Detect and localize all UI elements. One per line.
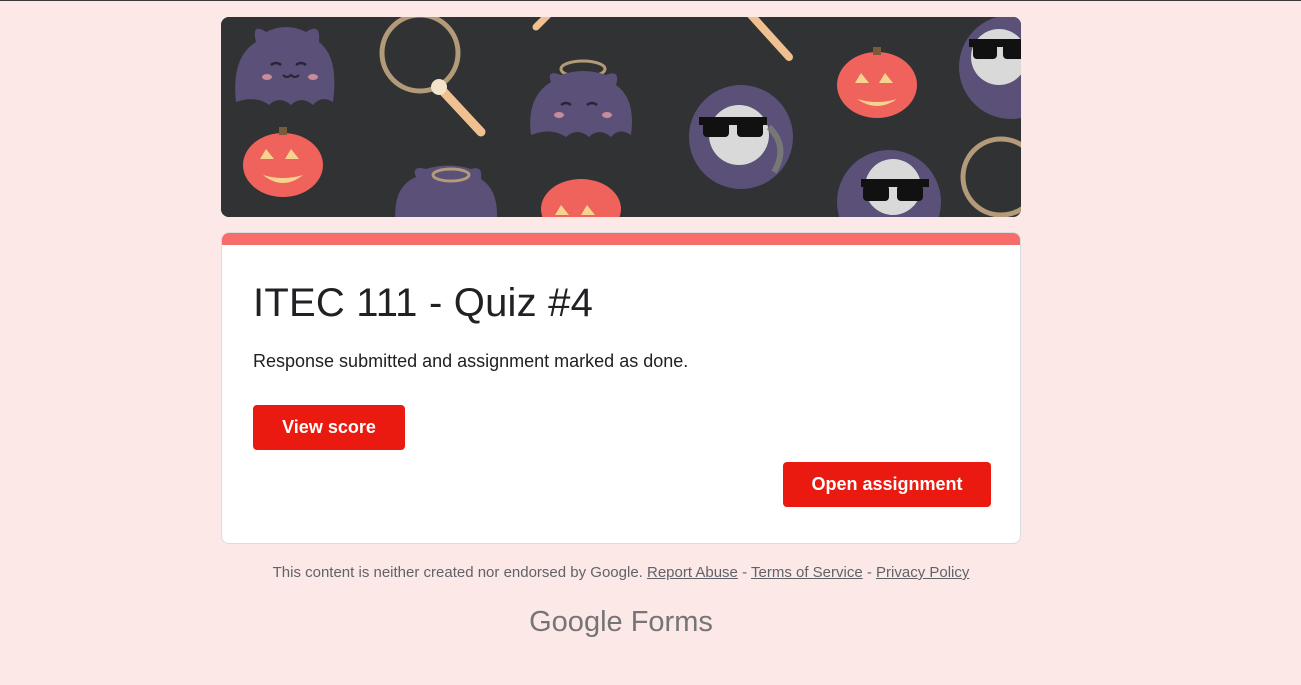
card-accent-bar [222, 233, 1020, 245]
footer: This content is neither created nor endo… [221, 564, 1021, 581]
footer-disclaimer: This content is neither created nor endo… [272, 564, 643, 581]
terms-of-service-link[interactable]: Terms of Service [751, 564, 863, 581]
form-title: ITEC 111 - Quiz #4 [253, 281, 594, 325]
open-assignment-button[interactable]: Open assignment [783, 462, 991, 507]
footer-separator-2: - [866, 564, 872, 581]
skull-sunglasses-icon [689, 85, 793, 189]
halloween-pattern-image [221, 17, 1021, 217]
google-wordmark: Google [529, 606, 623, 638]
confirmation-card: ITEC 111 - Quiz #4 Response submitted an… [221, 232, 1021, 544]
form-header-banner [221, 17, 1021, 217]
google-forms-logo[interactable]: Google Forms [221, 606, 1021, 639]
top-border [0, 0, 1301, 1]
confirmation-message: Response submitted and assignment marked… [253, 351, 689, 371]
forms-wordmark: Forms [630, 606, 713, 638]
view-score-button[interactable]: View score [253, 405, 405, 450]
privacy-policy-link[interactable]: Privacy Policy [876, 564, 969, 581]
report-abuse-link[interactable]: Report Abuse [647, 564, 738, 581]
footer-separator: - [742, 564, 748, 581]
